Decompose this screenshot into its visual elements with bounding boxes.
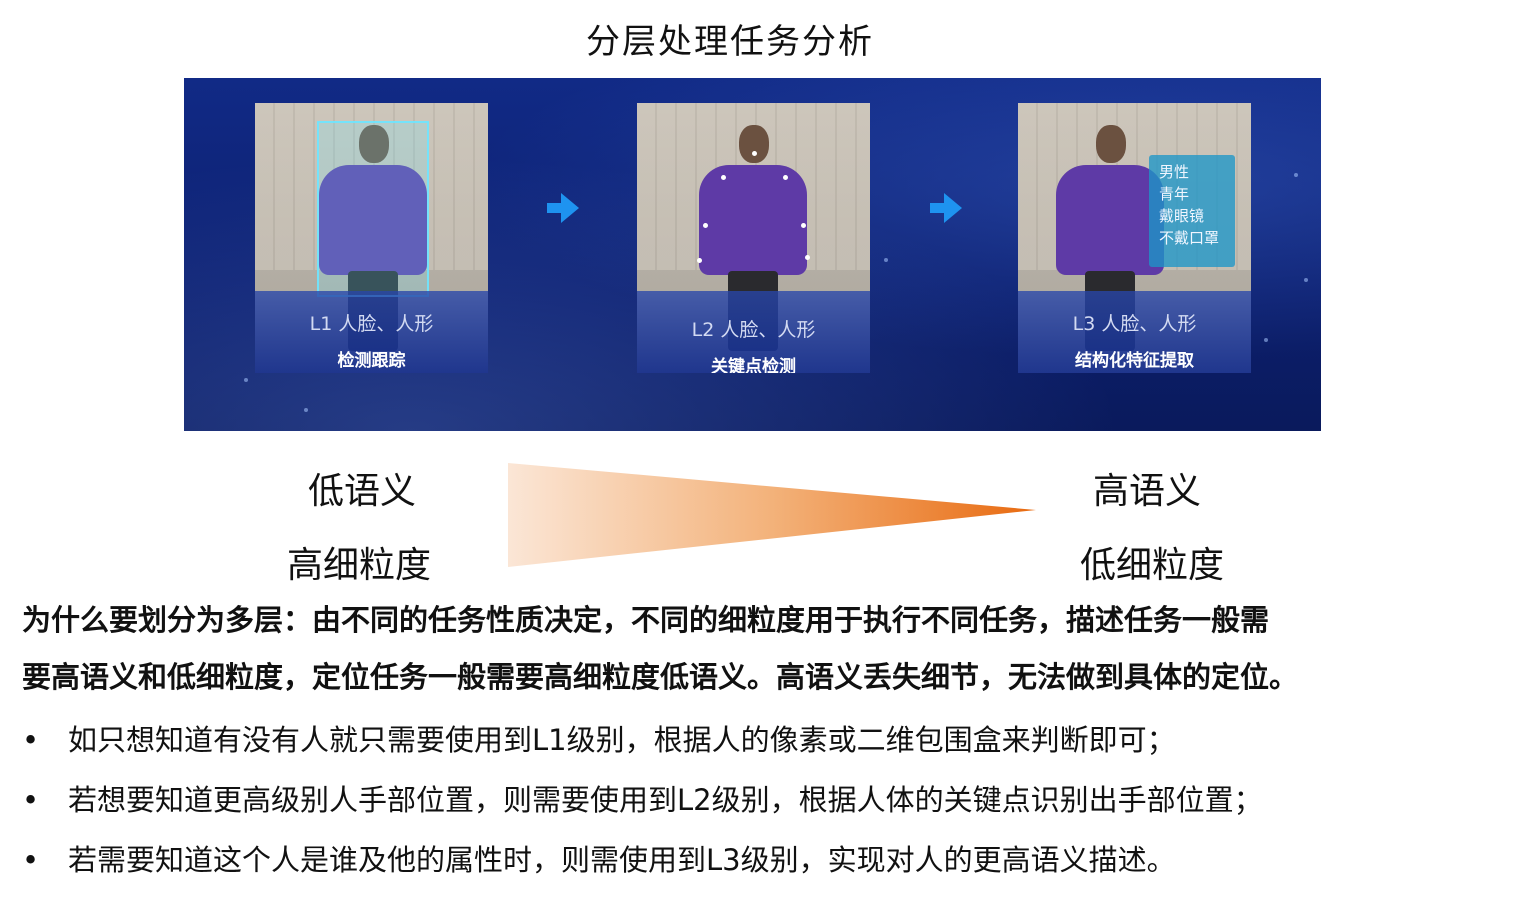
gradient-triangle <box>508 463 1036 567</box>
right-arrow-icon <box>930 193 962 223</box>
hierarchy-banner-image: L1 人脸、人形 检测跟踪 L2 人脸、人形 关键点检测 男性 青年 戴眼镜 不… <box>184 78 1321 431</box>
bullet-dot: • <box>22 783 40 817</box>
bullet-text: 若想要知道更高级别人手部位置，则需要使用到L2级别，根据人体的关键点识别出手部位… <box>68 783 1263 817</box>
bullet-item: • 若想要知道更高级别人手部位置，则需要使用到L2级别，根据人体的关键点识别出手部… <box>22 780 1502 820</box>
page-title: 分层处理任务分析 <box>586 22 874 62</box>
card-caption: L2 人脸、人形 关键点检测 <box>637 291 870 373</box>
card-level-label: L1 人脸、人形 <box>309 313 434 335</box>
person-head <box>1096 125 1126 163</box>
high-granularity-label: 高细粒度 <box>287 545 432 586</box>
glow-dot <box>884 258 888 262</box>
low-granularity-label: 低细粒度 <box>1080 545 1225 586</box>
keypoint-marker <box>783 175 788 180</box>
attribute-item: 戴眼镜 <box>1159 207 1205 225</box>
paragraph-line: 要高语义和低细粒度，定位任务一般需要高细粒度低语义。高语义丢失细节，无法做到具体… <box>22 660 1299 694</box>
attribute-panel: 男性 青年 戴眼镜 不戴口罩 <box>1149 155 1235 267</box>
person-jacket <box>699 165 807 275</box>
keypoint-marker <box>752 151 757 156</box>
attribute-item: 青年 <box>1159 185 1190 203</box>
bullet-item: • 如只想知道有没有人就只需要使用到L1级别，根据人的像素或二维包围盒来判断即可； <box>22 720 1502 760</box>
gradient-triangle-shape <box>508 463 1036 567</box>
bullet-dot: • <box>22 723 40 757</box>
keypoint-marker <box>721 175 726 180</box>
card-l2: L2 人脸、人形 关键点检测 <box>637 103 870 373</box>
keypoint-marker <box>805 255 810 260</box>
card-task-label: 检测跟踪 <box>337 351 406 371</box>
glow-dot <box>1264 338 1268 342</box>
person-head <box>739 125 769 163</box>
card-task-label: 关键点检测 <box>711 357 796 373</box>
card-l3: 男性 青年 戴眼镜 不戴口罩 L3 人脸、人形 结构化特征提取 <box>1018 103 1251 373</box>
card-l1: L1 人脸、人形 检测跟踪 <box>255 103 488 373</box>
bullet-dot: • <box>22 843 40 877</box>
keypoint-marker <box>697 258 702 263</box>
low-semantic-label: 低语义 <box>308 471 417 512</box>
glow-dot <box>244 378 248 382</box>
right-arrow-icon <box>547 193 579 223</box>
attribute-item: 不戴口罩 <box>1159 229 1220 247</box>
card-caption: L3 人脸、人形 结构化特征提取 <box>1018 291 1251 373</box>
card-level-label: L3 人脸、人形 <box>1072 313 1197 335</box>
card-task-label: 结构化特征提取 <box>1075 351 1194 371</box>
keypoint-marker <box>703 223 708 228</box>
card-level-label: L2 人脸、人形 <box>691 319 816 341</box>
card-caption: L1 人脸、人形 检测跟踪 <box>255 291 488 373</box>
glow-dot <box>304 408 308 412</box>
glow-dot <box>1304 278 1308 282</box>
bullet-text: 若需要知道这个人是谁及他的属性时，则需使用到L3级别，实现对人的更高语义描述。 <box>68 843 1176 877</box>
glow-dot <box>1294 173 1298 177</box>
detection-bounding-box <box>317 121 429 297</box>
high-semantic-label: 高语义 <box>1093 471 1202 512</box>
bullet-item: • 若需要知道这个人是谁及他的属性时，则需使用到L3级别，实现对人的更高语义描述。 <box>22 840 1502 880</box>
keypoint-marker <box>801 223 806 228</box>
bullet-text: 如只想知道有没有人就只需要使用到L1级别，根据人的像素或二维包围盒来判断即可； <box>68 723 1176 757</box>
person-jacket <box>1056 165 1164 275</box>
explanation-paragraph: 为什么要划分为多层：由不同的任务性质决定，不同的细粒度用于执行不同任务，描述任务… <box>22 592 1502 706</box>
attribute-item: 男性 <box>1159 163 1190 181</box>
paragraph-line: 为什么要划分为多层：由不同的任务性质决定，不同的细粒度用于执行不同任务，描述任务… <box>22 603 1270 637</box>
